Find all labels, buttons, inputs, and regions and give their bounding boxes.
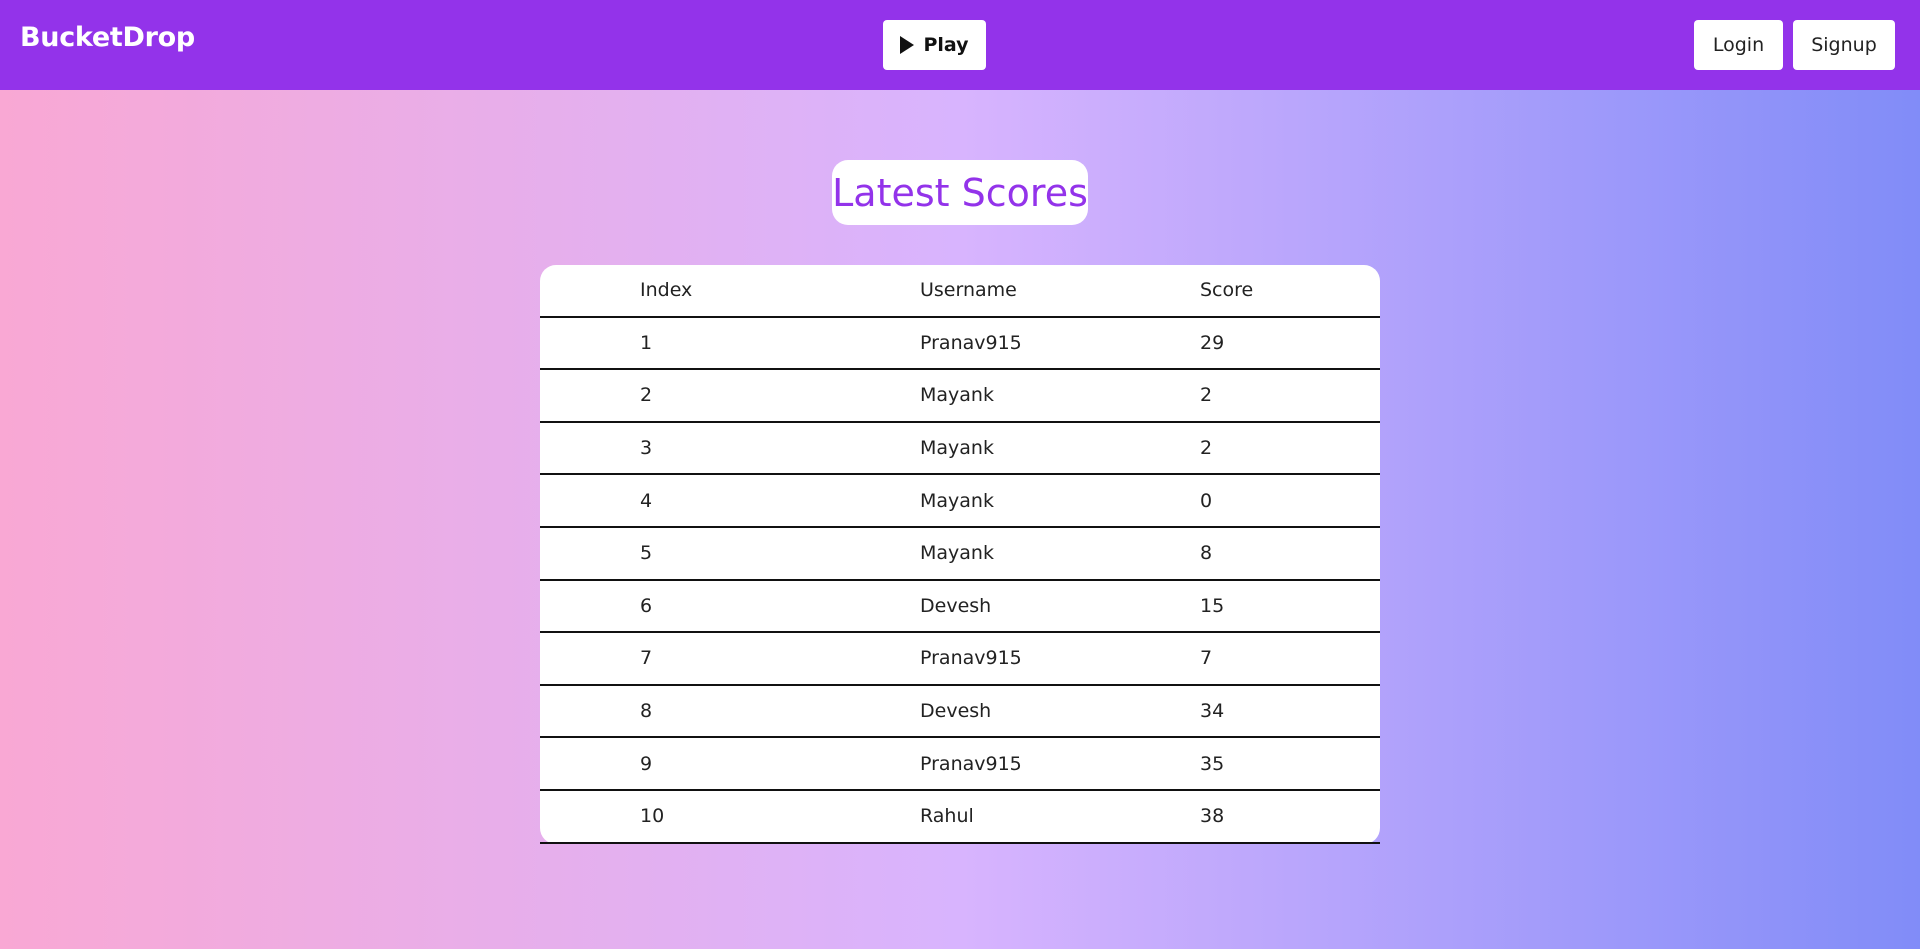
- cell-score: 2: [1200, 437, 1213, 460]
- cell-index: 9: [640, 752, 653, 775]
- cell-score: 38: [1200, 805, 1225, 828]
- cell-username: Pranav915: [920, 331, 1022, 354]
- cell-index: 4: [640, 489, 653, 512]
- brand-logo[interactable]: BucketDrop: [20, 22, 195, 53]
- cell-username: Mayank: [920, 437, 994, 460]
- play-button[interactable]: Play: [883, 20, 986, 70]
- play-icon: [900, 36, 915, 54]
- cell-score: 29: [1200, 331, 1225, 354]
- header-username: Username: [920, 279, 1017, 302]
- table-row: 8 Devesh 34: [540, 686, 1380, 739]
- cell-username: Mayank: [920, 489, 994, 512]
- table-header-row: Index Username Score: [540, 265, 1380, 318]
- login-button[interactable]: Login: [1694, 20, 1783, 70]
- cell-score: 7: [1200, 647, 1213, 670]
- table-row: 10 Rahul 38: [540, 791, 1380, 844]
- cell-index: 6: [640, 594, 653, 617]
- table-row: 1 Pranav915 29: [540, 318, 1380, 371]
- cell-index: 5: [640, 542, 653, 565]
- cell-score: 0: [1200, 489, 1213, 512]
- cell-index: 3: [640, 437, 653, 460]
- play-button-label: Play: [923, 34, 969, 56]
- header-score: Score: [1200, 279, 1254, 302]
- cell-username: Mayank: [920, 542, 994, 565]
- heading-card: Latest Scores: [832, 160, 1088, 225]
- table-row: 6 Devesh 15: [540, 581, 1380, 634]
- cell-score: 8: [1200, 542, 1213, 565]
- cell-username: Rahul: [920, 805, 974, 828]
- cell-index: 2: [640, 384, 653, 407]
- cell-index: 10: [640, 805, 665, 828]
- signup-button[interactable]: Signup: [1793, 20, 1895, 70]
- cell-index: 8: [640, 700, 653, 723]
- cell-username: Devesh: [920, 594, 992, 617]
- header-index: Index: [640, 279, 693, 302]
- table-row: 4 Mayank 0: [540, 475, 1380, 528]
- table-row: 3 Mayank 2: [540, 423, 1380, 476]
- cell-username: Mayank: [920, 384, 994, 407]
- table-row: 2 Mayank 2: [540, 370, 1380, 423]
- page-title: Latest Scores: [832, 170, 1088, 215]
- cell-username: Pranav915: [920, 752, 1022, 775]
- navbar: BucketDrop Play Login Signup: [0, 0, 1920, 90]
- scores-table: Index Username Score 1 Pranav915 29 2 Ma…: [540, 265, 1380, 844]
- table-row: 7 Pranav915 7: [540, 633, 1380, 686]
- cell-score: 35: [1200, 752, 1225, 775]
- cell-score: 34: [1200, 700, 1225, 723]
- cell-index: 7: [640, 647, 653, 670]
- table-row: 9 Pranav915 35: [540, 738, 1380, 791]
- cell-index: 1: [640, 331, 653, 354]
- cell-username: Devesh: [920, 700, 992, 723]
- cell-score: 2: [1200, 384, 1213, 407]
- cell-score: 15: [1200, 594, 1225, 617]
- cell-username: Pranav915: [920, 647, 1022, 670]
- table-row: 5 Mayank 8: [540, 528, 1380, 581]
